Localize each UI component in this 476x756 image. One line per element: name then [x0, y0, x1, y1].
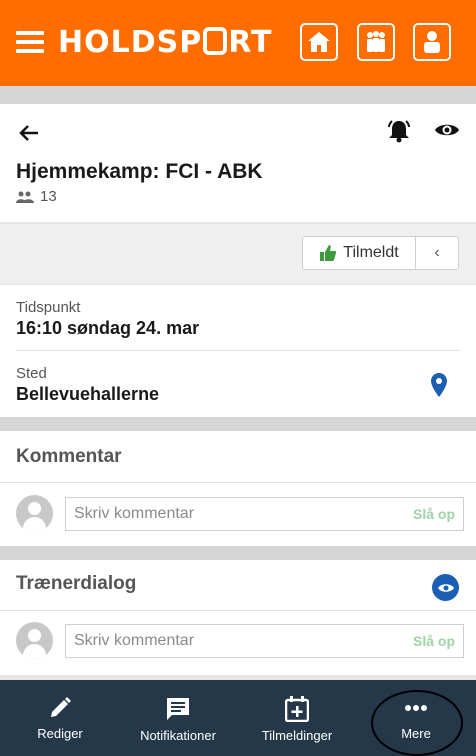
trainer-comment-placeholder: Skriv kommentar	[74, 631, 195, 649]
bell-icon[interactable]	[386, 118, 412, 144]
map-pin-icon[interactable]	[430, 372, 448, 398]
comments-heading: Kommentar	[16, 446, 122, 467]
brand-logo: HOLDSP RT	[58, 25, 273, 60]
event-info: Tidspunkt 16:10 søndag 24. mar Sted Bell…	[0, 285, 476, 417]
nav-signups[interactable]: Tilmeldinger	[252, 680, 342, 756]
top-app-bar: HOLDSP RT	[0, 0, 476, 86]
signup-status-button[interactable]: Tilmeldt	[302, 236, 416, 270]
participants-number: 13	[40, 188, 57, 205]
avatar	[16, 495, 53, 532]
event-title: Hjemmekamp: FCI - ABK	[16, 160, 263, 183]
message-icon	[167, 698, 189, 720]
divider	[0, 610, 476, 611]
trainer-dialog-heading: Trænerdialog	[16, 573, 137, 594]
pencil-icon	[51, 697, 71, 717]
eye-icon[interactable]	[434, 120, 460, 140]
visibility-badge[interactable]	[432, 574, 459, 601]
nav-notifications-label: Notifikationer	[140, 728, 216, 743]
team-button[interactable]	[357, 23, 395, 61]
comment-placeholder: Skriv kommentar	[74, 504, 195, 522]
menu-icon[interactable]	[16, 31, 44, 53]
participants-count[interactable]: 13	[16, 188, 57, 205]
nav-edit-label: Rediger	[37, 726, 83, 741]
separator	[0, 546, 476, 560]
place-value: Bellevuehallerne	[16, 384, 160, 404]
status-toggle-button[interactable]: ‹	[415, 236, 459, 270]
trainer-dialog-section: Trænerdialog Skriv kommentar Slå op	[0, 560, 476, 675]
comments-section: Kommentar Skriv kommentar Slå op	[0, 431, 476, 546]
more-icon	[405, 705, 427, 711]
team-icon	[367, 31, 385, 52]
divider	[16, 350, 460, 351]
trainer-lookup-button[interactable]: Slå op	[413, 633, 455, 649]
signup-status-label: Tilmeldt	[343, 244, 399, 261]
nav-notifications[interactable]: Notifikationer	[128, 680, 228, 756]
signup-status-bar: Tilmeldt ‹	[0, 224, 476, 284]
lookup-button[interactable]: Slå op	[413, 506, 455, 522]
home-button[interactable]	[300, 23, 338, 61]
bottom-navigation: Rediger Notifikationer Tilmeldinger Mere	[0, 680, 476, 756]
nav-edit[interactable]: Rediger	[22, 680, 98, 756]
home-icon	[308, 32, 330, 52]
place-label: Sted	[16, 365, 47, 382]
avatar	[16, 622, 53, 659]
time-value: 16:10 søndag 24. mar	[16, 318, 200, 338]
eye-icon	[437, 583, 454, 592]
comment-input[interactable]: Skriv kommentar Slå op	[65, 496, 464, 531]
time-label: Tidspunkt	[16, 299, 81, 316]
nav-more-label: Mere	[401, 726, 431, 741]
nav-more[interactable]: Mere	[378, 680, 454, 756]
people-icon	[16, 191, 34, 203]
separator	[0, 86, 476, 104]
time-row: Tidspunkt 16:10 søndag 24. mar	[16, 299, 199, 339]
calendar-plus-icon	[285, 696, 309, 722]
nav-signups-label: Tilmeldinger	[261, 728, 333, 743]
trainer-comment-input[interactable]: Skriv kommentar Slå op	[65, 623, 464, 658]
thumbs-up-icon	[320, 245, 337, 261]
separator	[0, 417, 476, 431]
comment-composer: Skriv kommentar Slå op	[16, 495, 464, 532]
place-row[interactable]: Sted Bellevuehallerne	[16, 365, 159, 405]
user-icon	[424, 31, 440, 53]
trainer-comment-composer: Skriv kommentar Slå op	[16, 622, 464, 659]
divider	[0, 482, 476, 483]
chevron-left-icon: ‹	[434, 244, 440, 261]
back-arrow-icon[interactable]	[18, 122, 40, 144]
profile-button[interactable]	[413, 23, 451, 61]
